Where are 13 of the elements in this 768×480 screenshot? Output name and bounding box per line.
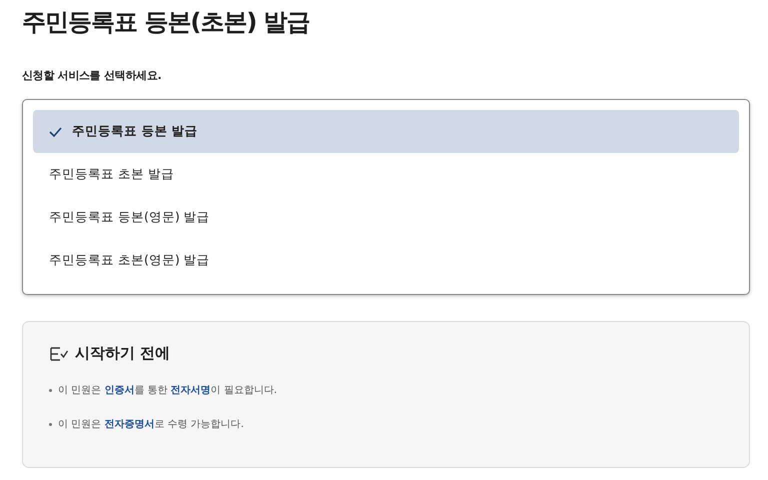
notice-heading: 시작하기 전에	[75, 344, 170, 363]
notice-text: 이 민원은 전자증명서로 수령 가능합니다.	[58, 418, 244, 431]
service-option[interactable]: 주민등록표 초본(영문) 발급	[33, 239, 739, 282]
checklist-icon	[49, 344, 69, 362]
page-title: 주민등록표 등본(초본) 발급	[22, 7, 311, 38]
bullet-icon	[49, 422, 52, 426]
service-option[interactable]: 주민등록표 등본 발급	[33, 110, 739, 153]
check-icon	[49, 126, 62, 136]
bullet-icon	[49, 388, 52, 392]
service-option[interactable]: 주민등록표 초본 발급	[33, 153, 739, 196]
notice-text: 이 민원은 인증서를 통한 전자서명이 필요합니다.	[58, 384, 278, 397]
instruction-text: 신청할 서비스를 선택하세요.	[22, 68, 162, 83]
service-option[interactable]: 주민등록표 등본(영문) 발급	[33, 196, 739, 239]
